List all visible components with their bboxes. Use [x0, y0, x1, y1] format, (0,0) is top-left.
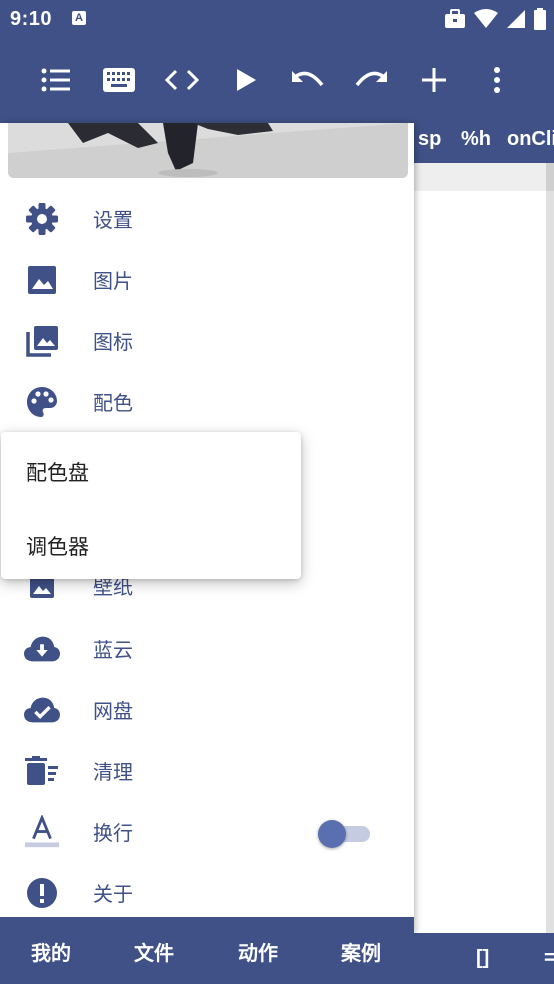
status-time: 9:10	[10, 8, 53, 30]
color-popup-menu: 配色盘 调色器	[1, 432, 301, 579]
popup-item-color-picker[interactable]: 调色器	[26, 531, 89, 561]
cloud-done-icon	[24, 692, 60, 728]
cloud-download-icon	[24, 631, 60, 667]
drawer-item-colors[interactable]: 配色	[0, 372, 414, 428]
drawer-item-word-wrap[interactable]: 换行	[0, 802, 414, 858]
bracket-key[interactable]: []	[476, 947, 489, 970]
drawer-item-images[interactable]: 图片	[0, 250, 414, 306]
drawer-item-lanyun[interactable]: 蓝云	[0, 619, 414, 675]
bottom-navigation: 我的 文件 动作 案例	[0, 917, 414, 984]
code-button[interactable]	[162, 62, 202, 98]
drawer-item-label: 图片	[93, 269, 133, 293]
redo-button[interactable]	[351, 62, 391, 98]
drawer-item-about[interactable]: 关于	[0, 863, 414, 919]
word-wrap-toggle[interactable]	[318, 820, 372, 848]
undo-icon	[292, 71, 324, 87]
drawer-item-netdisk[interactable]: 网盘	[0, 680, 414, 736]
keyboard-button[interactable]	[99, 62, 139, 98]
drawer-item-icons[interactable]: 图标	[0, 311, 414, 367]
notification-icon: A	[72, 11, 86, 25]
photo-library-icon	[24, 323, 60, 359]
code-icon	[165, 69, 199, 91]
tab-actions[interactable]: 动作	[238, 937, 278, 966]
drawer-item-label: 换行	[93, 821, 133, 845]
symbol-key[interactable]: %h	[461, 128, 491, 151]
palette-icon	[24, 384, 60, 420]
signal-icon	[507, 10, 525, 28]
list-icon	[41, 68, 70, 92]
current-line-highlight	[414, 163, 546, 191]
wifi-icon	[474, 9, 498, 28]
image-icon	[24, 262, 60, 298]
tab-examples[interactable]: 案例	[341, 937, 381, 966]
drawer-item-label: 清理	[93, 760, 133, 784]
delete-sweep-icon	[24, 753, 60, 789]
drawer-item-cleanup[interactable]: 清理	[0, 741, 414, 797]
status-icons	[444, 8, 546, 30]
info-icon	[24, 875, 60, 911]
add-icon	[422, 68, 446, 92]
drawer-item-label: 关于	[93, 882, 133, 906]
play-icon	[237, 69, 256, 91]
text-format-icon	[24, 814, 60, 850]
drawer-item-label: 配色	[93, 391, 133, 415]
tab-files[interactable]: 文件	[134, 937, 174, 966]
drawer-item-label: 设置	[93, 208, 133, 232]
symbol-bar: sp %h onCli	[414, 123, 554, 163]
tab-mine[interactable]: 我的	[31, 937, 71, 966]
code-editor[interactable]: sp %h onCli	[414, 123, 554, 933]
settings-icon	[24, 201, 60, 237]
symbol-key[interactable]: sp	[418, 128, 441, 151]
more-options-button[interactable]	[477, 62, 517, 98]
redo-icon	[355, 71, 387, 87]
drawer-item-settings[interactable]: 设置	[0, 189, 414, 245]
editor-toolbar	[0, 38, 554, 123]
editor-bottom-bar: [] =	[414, 933, 554, 984]
scrollbar-thumb[interactable]	[546, 163, 554, 191]
undo-button[interactable]	[288, 62, 328, 98]
list-button[interactable]	[36, 62, 76, 98]
status-bar: 9:10 A	[0, 0, 554, 38]
more-vert-icon	[494, 67, 500, 93]
symbol-key[interactable]: onCli	[507, 128, 554, 151]
keyboard-icon	[103, 68, 135, 92]
equals-key[interactable]: =	[544, 947, 554, 970]
popup-item-palette[interactable]: 配色盘	[26, 457, 89, 487]
play-button[interactable]	[226, 62, 266, 98]
drawer-item-label: 蓝云	[93, 638, 133, 662]
drawer-item-label: 图标	[93, 330, 133, 354]
briefcase-icon	[445, 9, 465, 28]
editor-scrollbar[interactable]	[546, 163, 554, 933]
drawer-header-image	[8, 123, 408, 178]
drawer-item-label: 网盘	[93, 699, 133, 723]
toggle-knob	[318, 820, 346, 848]
add-button[interactable]	[414, 62, 454, 98]
battery-icon	[534, 8, 546, 30]
